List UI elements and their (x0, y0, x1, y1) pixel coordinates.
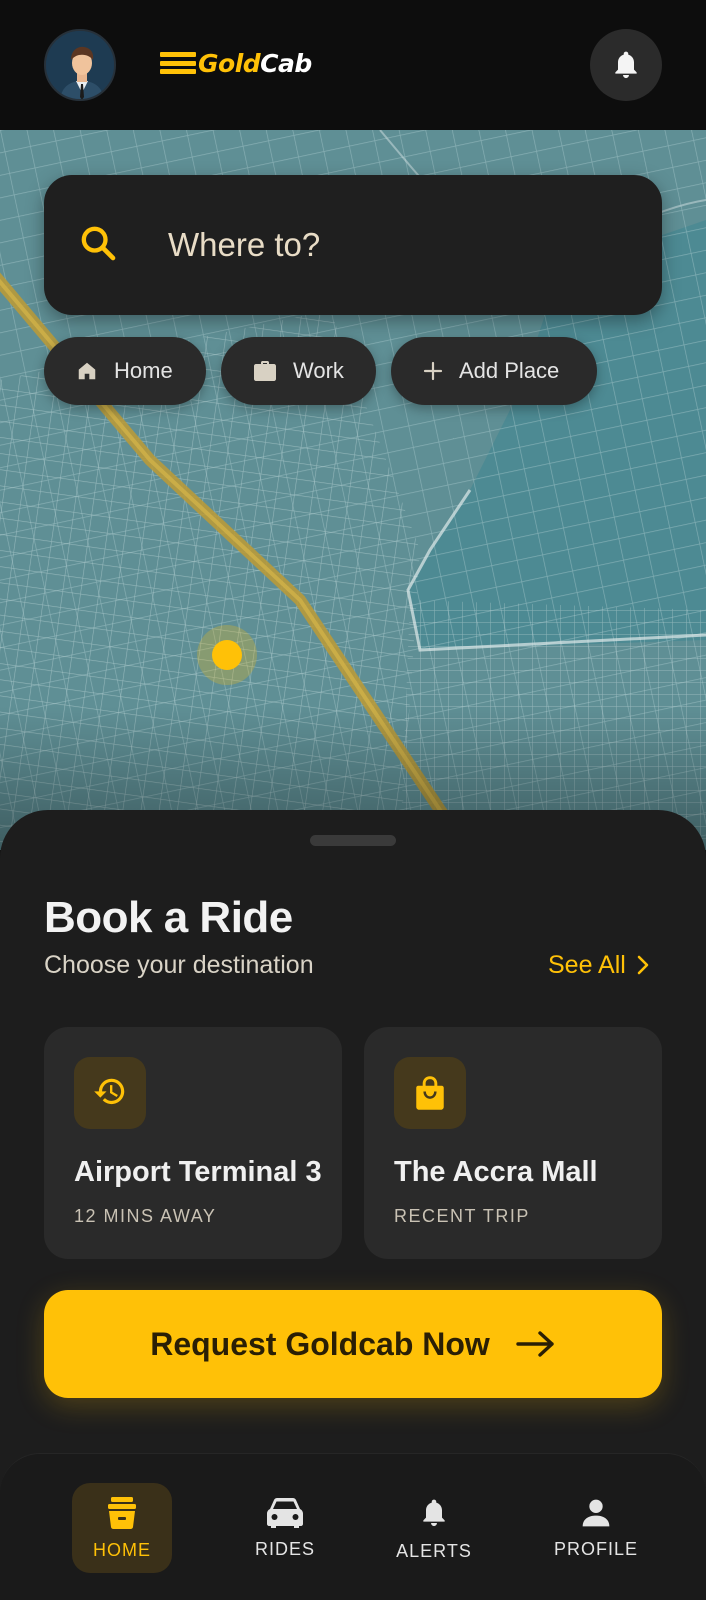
chip-add-place[interactable]: Add Place (391, 337, 597, 405)
card-icon-container (74, 1057, 146, 1129)
see-all-link[interactable]: See All (548, 949, 650, 981)
chevron-right-icon (637, 955, 649, 975)
goldcab-logo: Gold Cab (160, 48, 312, 78)
chip-home[interactable]: Home (44, 337, 206, 405)
logo-mark-icon (160, 52, 196, 74)
request-ride-label: Request Goldcab Now (150, 1325, 490, 1362)
home-icon (108, 1496, 136, 1529)
nav-label: ALERTS (396, 1540, 472, 1561)
chip-label: Work (293, 358, 344, 383)
nav-label: PROFILE (553, 1538, 639, 1559)
request-ride-button[interactable]: Request Goldcab Now (44, 1290, 662, 1398)
chip-label: Home (114, 358, 173, 383)
home-icon (78, 362, 96, 380)
nav-label: RIDES (254, 1538, 315, 1559)
chip-work[interactable]: Work (221, 337, 376, 405)
current-location-marker[interactable] (212, 640, 242, 670)
destination-title: The Accra Mall (394, 1156, 598, 1188)
nav-item-rides[interactable]: RIDES (235, 1483, 335, 1573)
search-input[interactable] (168, 215, 628, 275)
person-illustration-icon (46, 31, 114, 99)
destination-card[interactable]: The Accra Mall RECENT TRIP (364, 1027, 662, 1259)
see-all-label: See All (548, 950, 626, 979)
nav-label: HOME (93, 1539, 151, 1560)
sheet-subtitle: Choose your destination (44, 951, 314, 979)
card-icon-container (394, 1057, 466, 1129)
bell-icon (423, 1499, 445, 1526)
plus-icon (423, 361, 443, 381)
app-header: Gold Cab (0, 0, 706, 130)
notifications-button[interactable] (590, 29, 662, 101)
chip-label: Add Place (459, 358, 560, 383)
nav-item-home[interactable]: HOME (72, 1483, 172, 1573)
arrow-right-icon (516, 1331, 554, 1357)
destination-subtitle: 12 MINS AWAY (74, 1206, 217, 1226)
destination-card[interactable]: Airport Terminal 3 12 MINS AWAY (44, 1027, 342, 1259)
search-bar[interactable] (44, 175, 662, 315)
search-icon (81, 226, 116, 261)
nav-item-alerts[interactable]: ALERTS (384, 1483, 484, 1573)
destination-subtitle: RECENT TRIP (394, 1206, 530, 1226)
destination-title: Airport Terminal 3 (74, 1156, 322, 1188)
logo-text-cab: Cab (260, 48, 312, 78)
sheet-title: Book a Ride (44, 893, 293, 942)
nav-item-profile[interactable]: PROFILE (546, 1483, 646, 1573)
sheet-drag-handle[interactable] (310, 835, 396, 846)
car-icon (267, 1497, 303, 1528)
person-icon (582, 1499, 610, 1526)
briefcase-icon (254, 361, 276, 381)
logo-text-gold: Gold (198, 48, 261, 78)
shopping-bag-icon (416, 1076, 444, 1110)
history-icon (94, 1078, 125, 1105)
bell-icon (615, 51, 637, 79)
user-avatar[interactable] (44, 29, 116, 101)
